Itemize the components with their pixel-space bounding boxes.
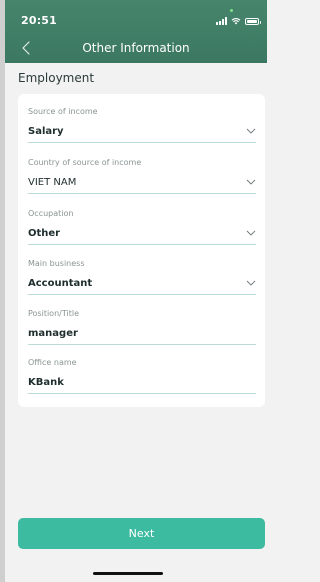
status-bar: 20:51	[5, 0, 267, 32]
next-button[interactable]: Next	[18, 518, 265, 549]
recording-dot-icon	[230, 9, 233, 12]
field-underline	[28, 193, 256, 194]
field-value: KBank	[28, 377, 64, 388]
signal-icon	[216, 17, 227, 25]
main-business-dropdown[interactable]: Main business Accountant	[28, 259, 256, 297]
status-time: 20:51	[21, 14, 58, 27]
section-title-employment: Employment	[18, 71, 95, 85]
chevron-down-icon	[246, 280, 256, 286]
source-of-income-dropdown[interactable]: Source of income Salary	[28, 107, 256, 145]
position-title-input[interactable]: Position/Title manager	[28, 309, 256, 347]
chevron-down-icon	[246, 230, 256, 236]
field-value: manager	[28, 328, 78, 339]
field-underline	[28, 244, 256, 245]
battery-icon	[245, 18, 261, 25]
field-value: Accountant	[28, 278, 93, 289]
field-underline	[28, 344, 256, 345]
field-label: Source of income	[28, 107, 98, 116]
app-header: 20:51 Other Information	[5, 0, 267, 63]
office-name-input[interactable]: Office name KBank	[28, 358, 256, 396]
field-underline	[28, 294, 256, 295]
field-underline	[28, 393, 256, 394]
field-label: Occupation	[28, 209, 74, 218]
status-icons	[216, 15, 261, 25]
field-value: Other	[28, 228, 61, 239]
field-label: Office name	[28, 358, 77, 367]
chevron-down-icon	[246, 179, 256, 185]
field-underline	[28, 142, 256, 143]
field-label: Country of source of income	[28, 158, 142, 167]
employment-card: Source of income Salary Country of sourc…	[18, 94, 265, 407]
page-title: Other Information	[82, 41, 190, 55]
chevron-down-icon	[246, 128, 256, 134]
field-label: Position/Title	[28, 309, 79, 318]
occupation-dropdown[interactable]: Occupation Other	[28, 209, 256, 247]
field-value: Salary	[28, 126, 64, 137]
left-frame-edge	[0, 0, 5, 582]
country-of-source-dropdown[interactable]: Country of source of income VIET NAM	[28, 158, 256, 196]
field-label: Main business	[28, 259, 85, 268]
field-value: VIET NAM	[28, 177, 77, 188]
home-indicator[interactable]	[93, 572, 163, 575]
wifi-icon	[231, 18, 241, 25]
